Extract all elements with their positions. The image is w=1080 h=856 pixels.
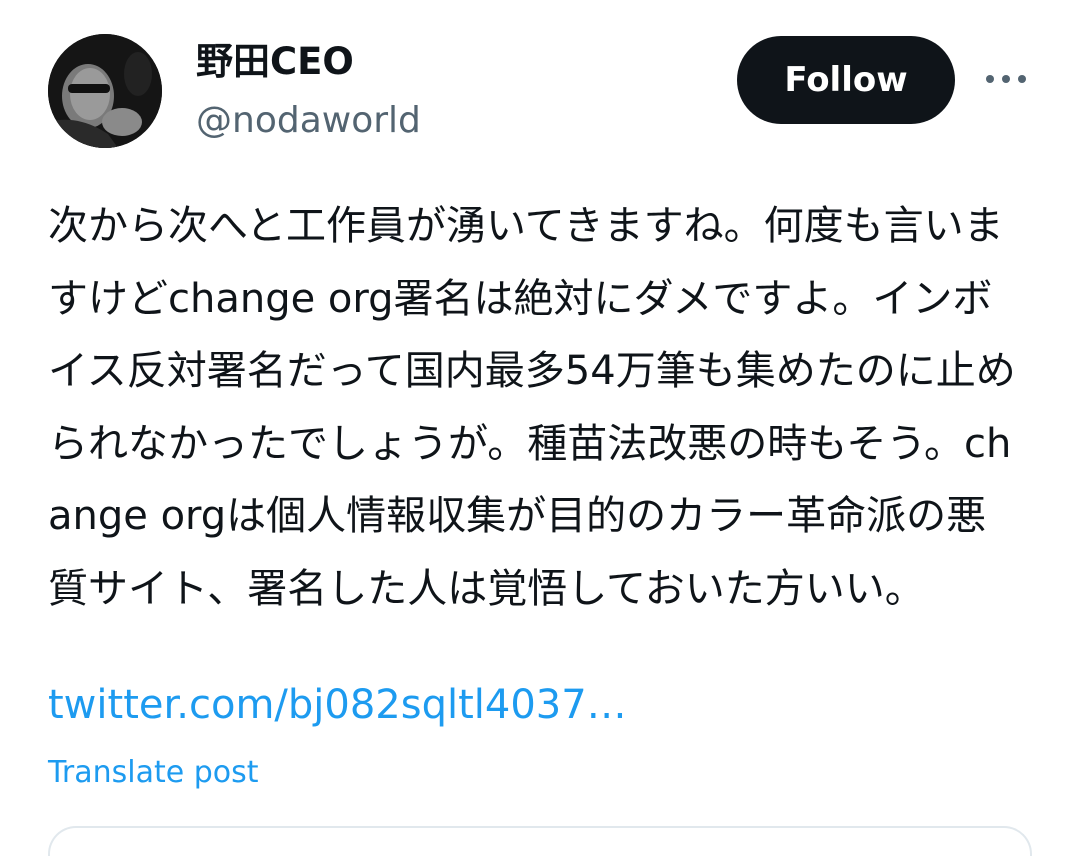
display-name[interactable]: 野田CEO (196, 38, 421, 86)
follow-button[interactable]: Follow (737, 36, 955, 124)
quoted-post-card[interactable] (48, 826, 1032, 856)
more-horizontal-icon (1018, 75, 1026, 83)
more-horizontal-icon (1002, 75, 1010, 83)
post: 野田CEO @nodaworld Follow 次から次へと工作員が湧いてきます… (0, 0, 1080, 856)
post-header: 野田CEO @nodaworld Follow (48, 34, 1038, 149)
translate-post-link[interactable]: Translate post (48, 752, 259, 794)
avatar-photo-icon (48, 34, 162, 148)
avatar[interactable] (48, 34, 162, 148)
more-options-button[interactable] (978, 54, 1034, 104)
more-horizontal-icon (986, 75, 994, 83)
post-text: 次から次へと工作員が湧いてきますね。何度も言いますけどchange org署名は… (48, 203, 1016, 612)
post-link[interactable]: twitter.com/bj082sqltl4037… (48, 672, 627, 738)
user-handle[interactable]: @nodaworld (196, 98, 421, 144)
author-info: 野田CEO @nodaworld (196, 38, 421, 144)
